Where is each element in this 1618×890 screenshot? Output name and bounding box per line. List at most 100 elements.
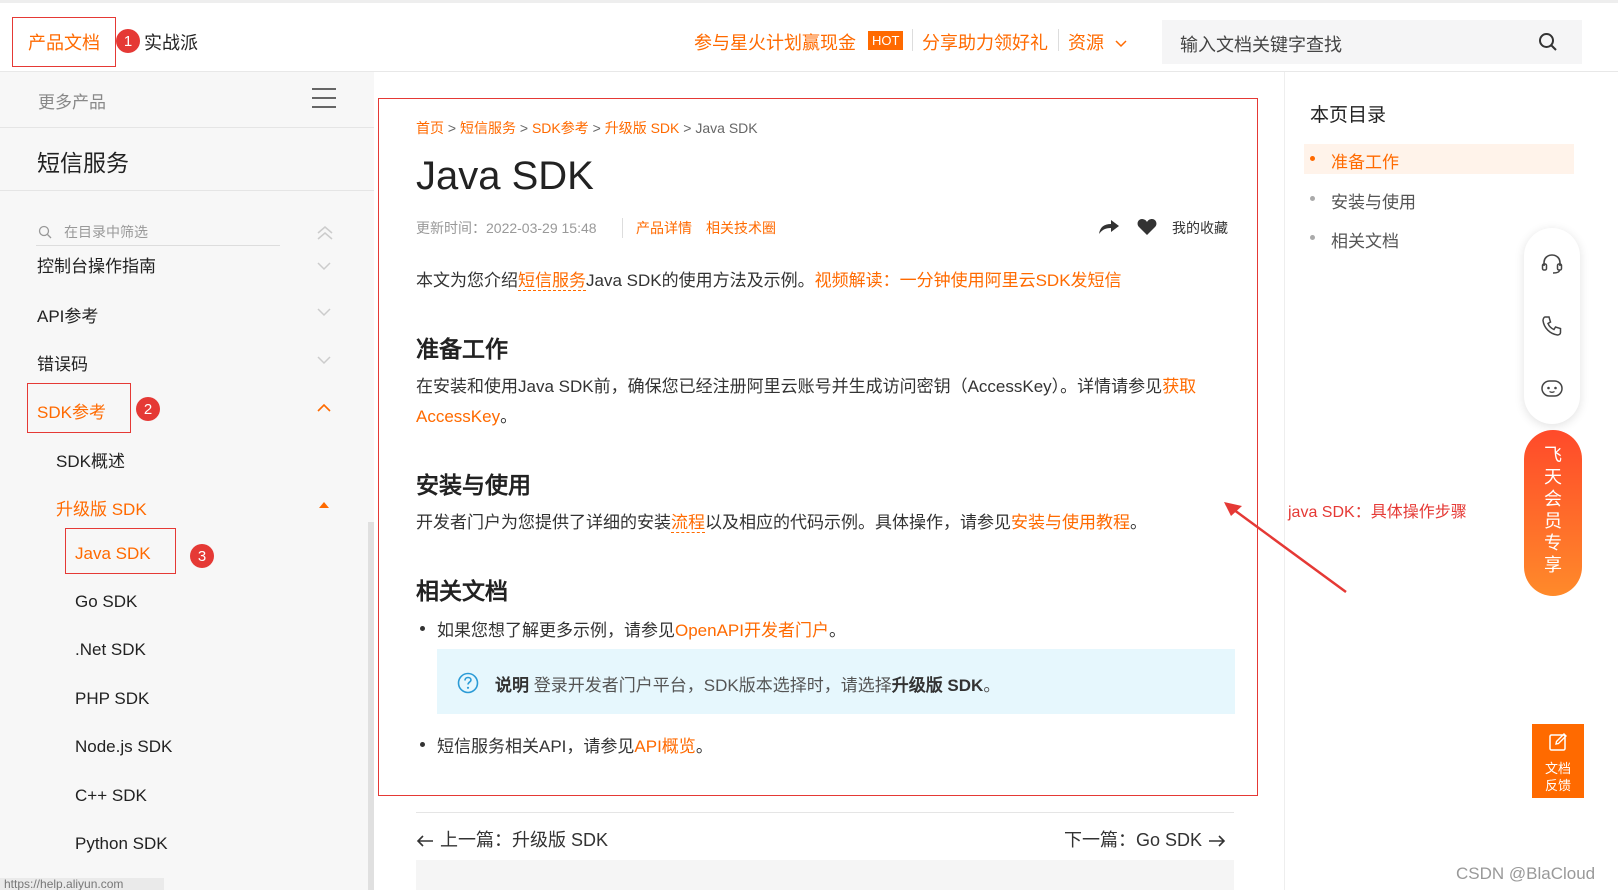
caret-up-icon (319, 502, 329, 508)
directory-filter-input[interactable]: 在目录中筛选 (36, 222, 280, 246)
link-get-accesskey[interactable]: AccessKey (416, 407, 500, 426)
breadcrumb-current: Java SDK (695, 120, 758, 136)
section-heading-install: 安装与使用 (416, 472, 531, 498)
link-process[interactable]: 流程 (671, 513, 705, 533)
more-products[interactable]: 更多产品 (0, 72, 374, 128)
link-resources[interactable]: 资源 (1068, 29, 1127, 55)
share-icon[interactable] (1098, 218, 1120, 236)
headset-icon[interactable] (1540, 252, 1564, 276)
sidebar-item-label: 错误码 (37, 355, 88, 374)
sidebar-item-php-sdk[interactable]: PHP SDK (0, 685, 374, 717)
floating-toolbar (1524, 228, 1580, 424)
breadcrumb-home[interactable]: 首页 (416, 120, 444, 136)
sidebar-item-java-sdk[interactable]: Java SDK (0, 540, 374, 572)
prev-article-link[interactable]: 上一篇：升级版 SDK (416, 826, 608, 852)
watermark: CSDN @BlaCloud (1456, 864, 1596, 883)
comment-area (416, 860, 1234, 890)
feedback-label: 反馈 (1544, 778, 1571, 793)
note-box: 说明 登录开发者门户平台，SDK版本选择时，请选择升级版 SDK。 (437, 649, 1235, 714)
link-resources-label: 资源 (1068, 33, 1104, 53)
annotation-note: java SDK：具体操作步骤 (1288, 504, 1467, 521)
phone-icon[interactable] (1540, 314, 1564, 338)
toc-title: 本页目录 (1310, 105, 1387, 126)
link-get-accesskey[interactable]: 获取 (1162, 377, 1196, 396)
next-article-link[interactable]: 下一篇：Go SDK (1064, 826, 1226, 852)
menu-icon[interactable] (312, 88, 336, 108)
question-icon (457, 672, 479, 694)
sidebar-item-go-sdk[interactable]: Go SDK (0, 588, 374, 620)
chevron-down-icon (317, 262, 331, 271)
breadcrumb-sms[interactable]: 短信服务 (460, 120, 516, 136)
search-icon[interactable] (1538, 32, 1558, 52)
breadcrumb-sdk-reference[interactable]: SDK参考 (532, 120, 589, 136)
sidebar-item-label: API参考 (37, 307, 99, 326)
toc-divider (1284, 72, 1285, 890)
link-api-overview[interactable]: API概览 (634, 737, 695, 756)
link-sms-service[interactable]: 短信服务 (518, 271, 586, 291)
favorites-label[interactable]: 我的收藏 (1172, 218, 1228, 238)
search-icon (38, 225, 52, 239)
service-title: 短信服务 (0, 128, 374, 191)
sidebar-item-nodejs-sdk[interactable]: Node.js SDK (0, 733, 374, 765)
sidebar-scrollbar[interactable] (368, 522, 374, 890)
status-bar-url: https://help.aliyun.com (0, 878, 164, 890)
sidebar: 更多产品 短信服务 在目录中筛选 控制台操作指南 API参考 错误码 SDK参考… (0, 72, 374, 890)
annotation-badge-1: 1 (116, 29, 140, 53)
link-product-details[interactable]: 产品详情 (636, 218, 692, 238)
sidebar-item-net-sdk[interactable]: .Net SDK (0, 636, 374, 668)
prev-article-label: 上一篇：升级版 SDK (440, 830, 609, 850)
tab-product-docs[interactable]: 产品文档 (12, 17, 116, 67)
list-item: 如果您想了解更多示例，请参见OpenAPI开发者门户。 (420, 616, 846, 641)
hot-badge: HOT (868, 31, 904, 50)
doc-feedback-button[interactable]: 文档 反馈 (1532, 724, 1584, 798)
next-article-label: 下一篇：Go SDK (1064, 830, 1203, 850)
sidebar-item-label: C++ SDK (75, 786, 147, 805)
pager-divider (416, 812, 1234, 813)
sidebar-item-label: 升级版 SDK (56, 500, 147, 519)
link-share-gift[interactable]: 分享助力领好礼 (922, 29, 1048, 55)
sidebar-item-label: Go SDK (75, 592, 138, 611)
robot-chat-icon[interactable] (1540, 376, 1564, 400)
toc-item-install[interactable]: 安装与使用 (1304, 184, 1574, 214)
search-input[interactable]: 输入文档关键字查找 (1162, 20, 1582, 64)
chevron-down-icon (1115, 40, 1127, 48)
double-chevron-up-icon[interactable] (316, 224, 334, 242)
link-openapi-portal[interactable]: OpenAPI开发者门户 (675, 621, 829, 640)
install-paragraph: 开发者门户为您提供了详细的安装流程以及相应的代码示例。具体操作，请参见安装与使用… (416, 513, 1147, 533)
sidebar-item-cpp-sdk[interactable]: C++ SDK (0, 782, 374, 814)
annotation-badge-3: 3 (190, 544, 214, 568)
section-heading-related: 相关文档 (416, 578, 508, 604)
sidebar-item-error-codes[interactable]: 错误码 (0, 346, 374, 378)
sidebar-item-sdk-overview[interactable]: SDK概述 (0, 443, 374, 475)
sidebar-item-label: Python SDK (75, 834, 168, 853)
sidebar-item-console-guide[interactable]: 控制台操作指南 (0, 256, 374, 278)
tab-practice[interactable]: 实战派 (144, 29, 198, 55)
more-products-label: 更多产品 (38, 93, 106, 112)
chevron-up-icon (317, 403, 331, 412)
top-header: 产品文档 1 实战派 参与星火计划赢现金 HOT 分享助力领好礼 资源 输入文档… (0, 0, 1618, 72)
breadcrumb-upgraded-sdk[interactable]: 升级版 SDK (605, 120, 680, 136)
arrow-right-icon (1209, 835, 1226, 847)
link-tech-circle[interactable]: 相关技术圈 (706, 218, 776, 238)
link-video-tutorial[interactable]: 视频解读：一分钟使用阿里云SDK发短信 (815, 271, 1122, 290)
chevron-down-icon (317, 308, 331, 317)
edit-icon (1549, 733, 1567, 751)
sidebar-item-label: Node.js SDK (75, 737, 173, 756)
header-divider (912, 29, 913, 51)
intro-paragraph: 本文为您介绍短信服务Java SDK的使用方法及示例。视频解读：一分钟使用阿里云… (416, 271, 1122, 291)
sidebar-item-label: .Net SDK (75, 640, 146, 659)
sidebar-item-label: SDK概述 (56, 452, 125, 471)
meta-divider (622, 218, 623, 238)
sidebar-item-label: PHP SDK (75, 689, 150, 708)
heart-icon[interactable] (1137, 218, 1157, 236)
link-install-tutorial[interactable]: 安装与使用教程 (1011, 513, 1130, 532)
service-title-label: 短信服务 (37, 150, 129, 176)
toc-item-prepare[interactable]: 准备工作 (1304, 144, 1574, 174)
link-spark-plan[interactable]: 参与星火计划赢现金 (694, 29, 856, 55)
sidebar-item-python-sdk[interactable]: Python SDK (0, 830, 374, 862)
annotation-highlight-box (65, 528, 176, 574)
sidebar-item-api-reference[interactable]: API参考 (0, 298, 374, 330)
section-heading-prepare: 准备工作 (416, 336, 508, 362)
vip-exclusive-button[interactable]: 飞 天 会 员 专 享 (1524, 430, 1582, 596)
sidebar-item-upgraded-sdk[interactable]: 升级版 SDK (0, 491, 374, 523)
